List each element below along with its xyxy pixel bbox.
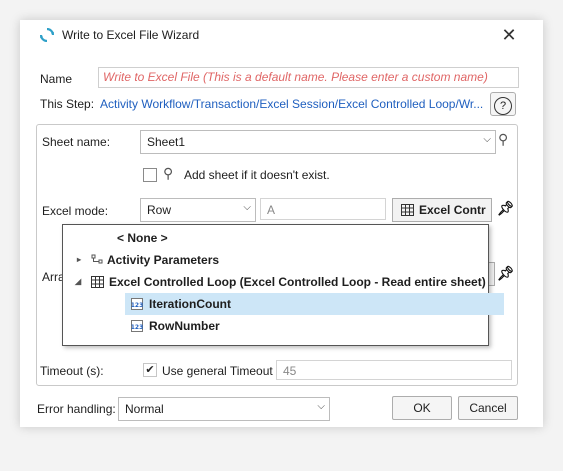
wizard-dialog: Write to Excel File Wizard ✕ Name Write … — [20, 20, 543, 427]
collapse-icon[interactable]: ◢ — [75, 271, 81, 293]
list-item[interactable]: ▸ Activity Parameters — [63, 249, 486, 271]
error-handling-value: Normal — [125, 402, 164, 416]
chevron-down-icon: ⌵ — [243, 202, 251, 213]
list-item-label: Activity Parameters — [107, 253, 220, 267]
close-button[interactable]: ✕ — [498, 24, 520, 46]
name-label: Name — [40, 72, 73, 86]
excel-mode-label: Excel mode: — [42, 204, 109, 218]
table-icon — [91, 276, 104, 288]
step-path-link[interactable]: Activity Workflow/Transaction/Excel Sess… — [100, 97, 483, 111]
excel-controlled-label: Excel Contr — [419, 203, 486, 217]
expand-icon[interactable]: ▸ — [77, 249, 81, 271]
list-item-label: < None > — [117, 231, 168, 245]
step-label: This Step: — [40, 97, 95, 111]
number-variable-icon: 123 — [131, 320, 143, 332]
chevron-down-icon: ⌵ — [483, 134, 491, 145]
sheet-name-value: Sheet1 — [147, 135, 186, 149]
list-item-selected[interactable]: 123 IterationCount — [125, 293, 504, 315]
add-sheet-label: Add sheet if it doesn't exist. — [184, 168, 330, 182]
list-item-label: IterationCount — [149, 297, 231, 311]
pin-icon[interactable]: 📌︎ — [497, 265, 515, 282]
pin-icon[interactable]: 📌︎ — [497, 200, 515, 217]
excel-mode-combo[interactable]: Row ⌵ — [140, 198, 256, 222]
title-bar: Write to Excel File Wizard ✕ — [20, 20, 543, 50]
list-item[interactable]: 123 RowNumber — [125, 315, 485, 337]
svg-text:123: 123 — [131, 324, 143, 331]
excel-mode-value: Row — [147, 203, 172, 217]
list-item-label: RowNumber — [149, 319, 220, 333]
error-handling-combo[interactable]: Normal ⌵ — [118, 397, 330, 421]
sheet-name-combo[interactable]: Sheet1 ⌵ — [140, 130, 496, 154]
cancel-button[interactable]: Cancel — [458, 396, 518, 420]
column-input[interactable]: A — [260, 198, 386, 220]
error-handling-label: Error handling: — [37, 402, 116, 416]
parameters-icon — [91, 254, 103, 264]
chevron-down-icon: ⌵ — [317, 401, 325, 412]
list-item[interactable]: ◢ Excel Controlled Loop (Excel Controlle… — [63, 271, 486, 293]
sheet-name-label: Sheet name: — [42, 135, 111, 149]
excel-controlled-button[interactable]: Excel Contr — [392, 198, 492, 222]
number-variable-icon: 123 — [131, 298, 143, 310]
list-item[interactable]: < None > — [63, 227, 486, 249]
list-item-label: Excel Controlled Loop (Excel Controlled … — [109, 275, 486, 289]
variable-picker-popup: < None > ▸ Activity Parameters ◢ Excel C… — [62, 224, 504, 346]
wizard-icon — [40, 28, 54, 42]
use-general-timeout-label: Use general Timeout — [162, 364, 273, 378]
window-title: Write to Excel File Wizard — [62, 28, 200, 42]
use-general-timeout-checkbox[interactable]: ✔ — [143, 363, 157, 377]
help-button[interactable]: ? — [490, 92, 516, 116]
pin-outline-icon: ⚲ — [163, 165, 174, 181]
pin-outline-icon[interactable]: ⚲ — [498, 131, 508, 148]
add-sheet-checkbox[interactable] — [143, 168, 157, 182]
svg-text:123: 123 — [131, 302, 143, 309]
timeout-input[interactable]: 45 — [276, 360, 512, 380]
ok-button[interactable]: OK — [392, 396, 452, 420]
name-field[interactable]: Write to Excel File (This is a default n… — [98, 67, 519, 88]
help-icon: ? — [494, 97, 512, 115]
timeout-label: Timeout (s): — [40, 364, 104, 378]
table-icon — [401, 204, 414, 216]
